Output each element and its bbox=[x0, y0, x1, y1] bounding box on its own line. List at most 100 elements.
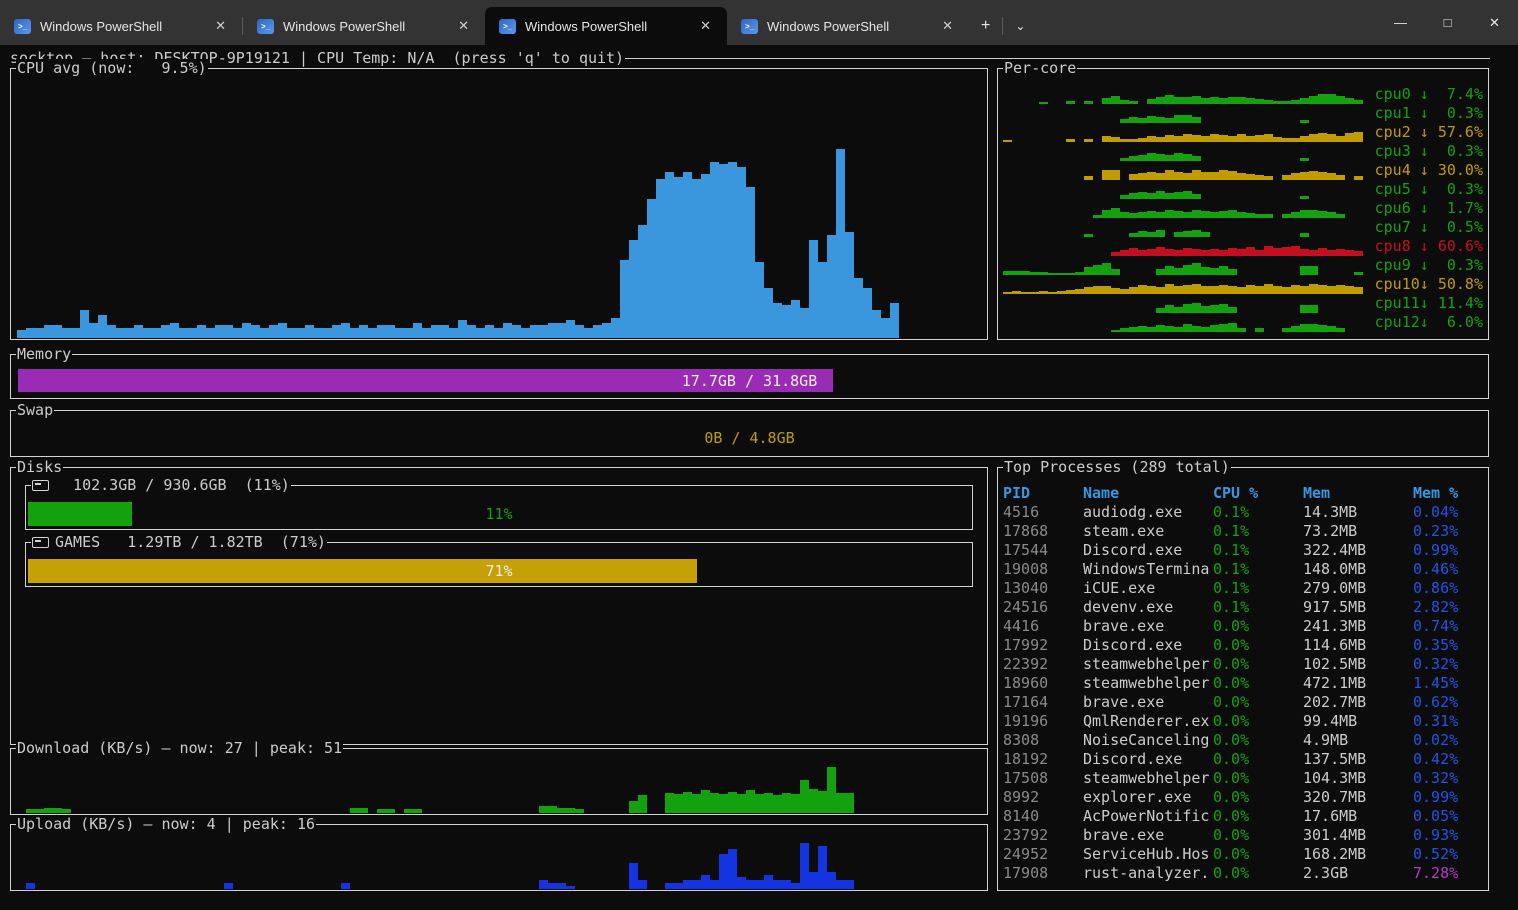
chart-bar bbox=[1183, 285, 1192, 294]
process-cell: 104.3MB bbox=[1303, 769, 1413, 788]
chart-bar bbox=[35, 328, 44, 338]
tab-4[interactable]: >_Windows PowerShell✕ bbox=[727, 7, 969, 45]
process-cell: 4516 bbox=[1003, 503, 1083, 522]
tab-close-icon[interactable]: ✕ bbox=[452, 16, 475, 36]
core-label: cpu2 ↓ 57.6% bbox=[1375, 123, 1483, 142]
chart-bar bbox=[1165, 210, 1174, 218]
chart-bar bbox=[1210, 172, 1219, 180]
tab-1[interactable]: >_Windows PowerShell✕ bbox=[0, 7, 242, 45]
chart-bar bbox=[665, 883, 674, 889]
process-cell: 0.0% bbox=[1213, 712, 1303, 731]
chart-bar bbox=[1300, 324, 1309, 332]
chart-bar bbox=[710, 880, 719, 889]
chart-bar bbox=[1282, 328, 1291, 332]
chart-bar bbox=[440, 325, 449, 338]
process-cell: iCUE.exe bbox=[1083, 579, 1213, 598]
chart-bar bbox=[692, 179, 701, 338]
chart-bar bbox=[1210, 134, 1219, 142]
process-cell: 0.32% bbox=[1413, 655, 1484, 674]
chart-bar bbox=[134, 325, 143, 338]
process-cell: 320.7MB bbox=[1303, 788, 1413, 807]
chart-bar bbox=[557, 883, 566, 889]
chart-bar bbox=[1228, 248, 1237, 256]
chart-bar bbox=[359, 325, 368, 338]
chart-bar bbox=[1183, 173, 1192, 180]
process-cell: 0.99% bbox=[1413, 788, 1484, 807]
chart-bar bbox=[836, 149, 845, 338]
process-cell: 7.28% bbox=[1413, 864, 1484, 883]
close-button[interactable]: ✕ bbox=[1471, 0, 1518, 45]
chart-bar bbox=[1291, 326, 1300, 332]
chart-bar bbox=[1093, 286, 1102, 294]
process-cell: 0.62% bbox=[1413, 693, 1484, 712]
chart-bar bbox=[1345, 286, 1354, 294]
chart-bar bbox=[305, 325, 314, 338]
core-row: cpu4 ↓ 30.0% bbox=[1003, 161, 1483, 180]
process-cell: Discord.exe bbox=[1083, 636, 1213, 655]
chart-bar bbox=[674, 794, 683, 813]
disk-usage-text: GAMES 1.29TB / 1.82TB (71%) bbox=[55, 533, 326, 551]
chart-bar bbox=[575, 325, 584, 338]
chart-bar bbox=[674, 883, 683, 889]
chart-bar bbox=[1219, 135, 1228, 142]
core-label: cpu12↓ 6.0% bbox=[1375, 313, 1483, 332]
chart-bar bbox=[449, 328, 458, 338]
tab-close-icon[interactable]: ✕ bbox=[936, 16, 959, 36]
chart-bar bbox=[782, 305, 791, 338]
tab-dropdown-button[interactable]: ⌄ bbox=[1003, 15, 1037, 37]
chart-bar bbox=[1156, 173, 1165, 180]
tab-label: Windows PowerShell bbox=[283, 19, 405, 34]
process-header-cell: Mem % bbox=[1413, 484, 1484, 503]
core-row: cpu2 ↓ 57.6% bbox=[1003, 123, 1483, 142]
chart-bar bbox=[638, 795, 647, 813]
process-cell: 0.0% bbox=[1213, 769, 1303, 788]
chart-bar bbox=[1156, 230, 1165, 237]
new-tab-button[interactable]: + bbox=[969, 13, 1002, 39]
process-cell: 17544 bbox=[1003, 541, 1083, 560]
chart-bar bbox=[638, 225, 647, 338]
chart-bar bbox=[1354, 132, 1363, 142]
tab-close-icon[interactable]: ✕ bbox=[209, 16, 232, 36]
per-core-panel: Per-core cpu0 ↓ 7.4%cpu1 ↓ 0.3%cpu2 ↓ 57… bbox=[997, 68, 1489, 340]
chart-bar bbox=[1129, 248, 1138, 256]
chart-bar bbox=[1273, 248, 1282, 256]
chart-bar bbox=[809, 240, 818, 338]
tab-3[interactable]: >_Windows PowerShell✕ bbox=[485, 7, 727, 45]
chart-bar bbox=[1192, 135, 1201, 142]
per-core-rows: cpu0 ↓ 7.4%cpu1 ↓ 0.3%cpu2 ↓ 57.6%cpu3 ↓… bbox=[1003, 85, 1483, 337]
core-label: cpu1 ↓ 0.3% bbox=[1375, 104, 1483, 123]
chart-bar bbox=[1111, 208, 1120, 218]
chart-bar bbox=[746, 880, 755, 889]
disk-gauge-label: 71% bbox=[28, 559, 970, 583]
chart-bar bbox=[665, 793, 674, 813]
process-row: 18960steamwebhelper0.0%472.1MB1.45% bbox=[1003, 674, 1484, 693]
process-cell: 0.0% bbox=[1213, 826, 1303, 845]
chart-bar bbox=[368, 328, 377, 338]
process-cell: 0.86% bbox=[1413, 579, 1484, 598]
chart-bar bbox=[1318, 285, 1327, 294]
chart-bar bbox=[773, 795, 782, 813]
chart-bar bbox=[386, 325, 395, 338]
tab-2[interactable]: >_Windows PowerShell✕ bbox=[243, 7, 485, 45]
process-cell: 18192 bbox=[1003, 750, 1083, 769]
chart-bar bbox=[215, 325, 224, 338]
tab-close-icon[interactable]: ✕ bbox=[694, 16, 717, 36]
chart-bar bbox=[1192, 303, 1201, 313]
tab-label: Windows PowerShell bbox=[525, 19, 647, 34]
chart-bar bbox=[773, 880, 782, 889]
process-cell: 322.4MB bbox=[1303, 541, 1413, 560]
tab-strip: >_Windows PowerShell✕ >_Windows PowerShel… bbox=[0, 0, 969, 45]
chart-bar bbox=[530, 325, 539, 338]
chart-bar bbox=[512, 325, 521, 338]
chart-bar bbox=[458, 320, 467, 338]
chart-bar bbox=[1282, 247, 1291, 256]
process-cell: 0.0% bbox=[1213, 731, 1303, 750]
chart-bar bbox=[1192, 96, 1201, 104]
minimize-button[interactable]: — bbox=[1377, 0, 1424, 45]
chart-bar bbox=[1192, 326, 1201, 332]
chart-bar bbox=[683, 792, 692, 813]
process-row: 19196QmlRenderer.ex0.0%99.4MB0.31% bbox=[1003, 712, 1484, 731]
chart-bar bbox=[1084, 267, 1093, 275]
chart-bar bbox=[791, 794, 800, 813]
maximize-button[interactable]: □ bbox=[1424, 0, 1471, 45]
